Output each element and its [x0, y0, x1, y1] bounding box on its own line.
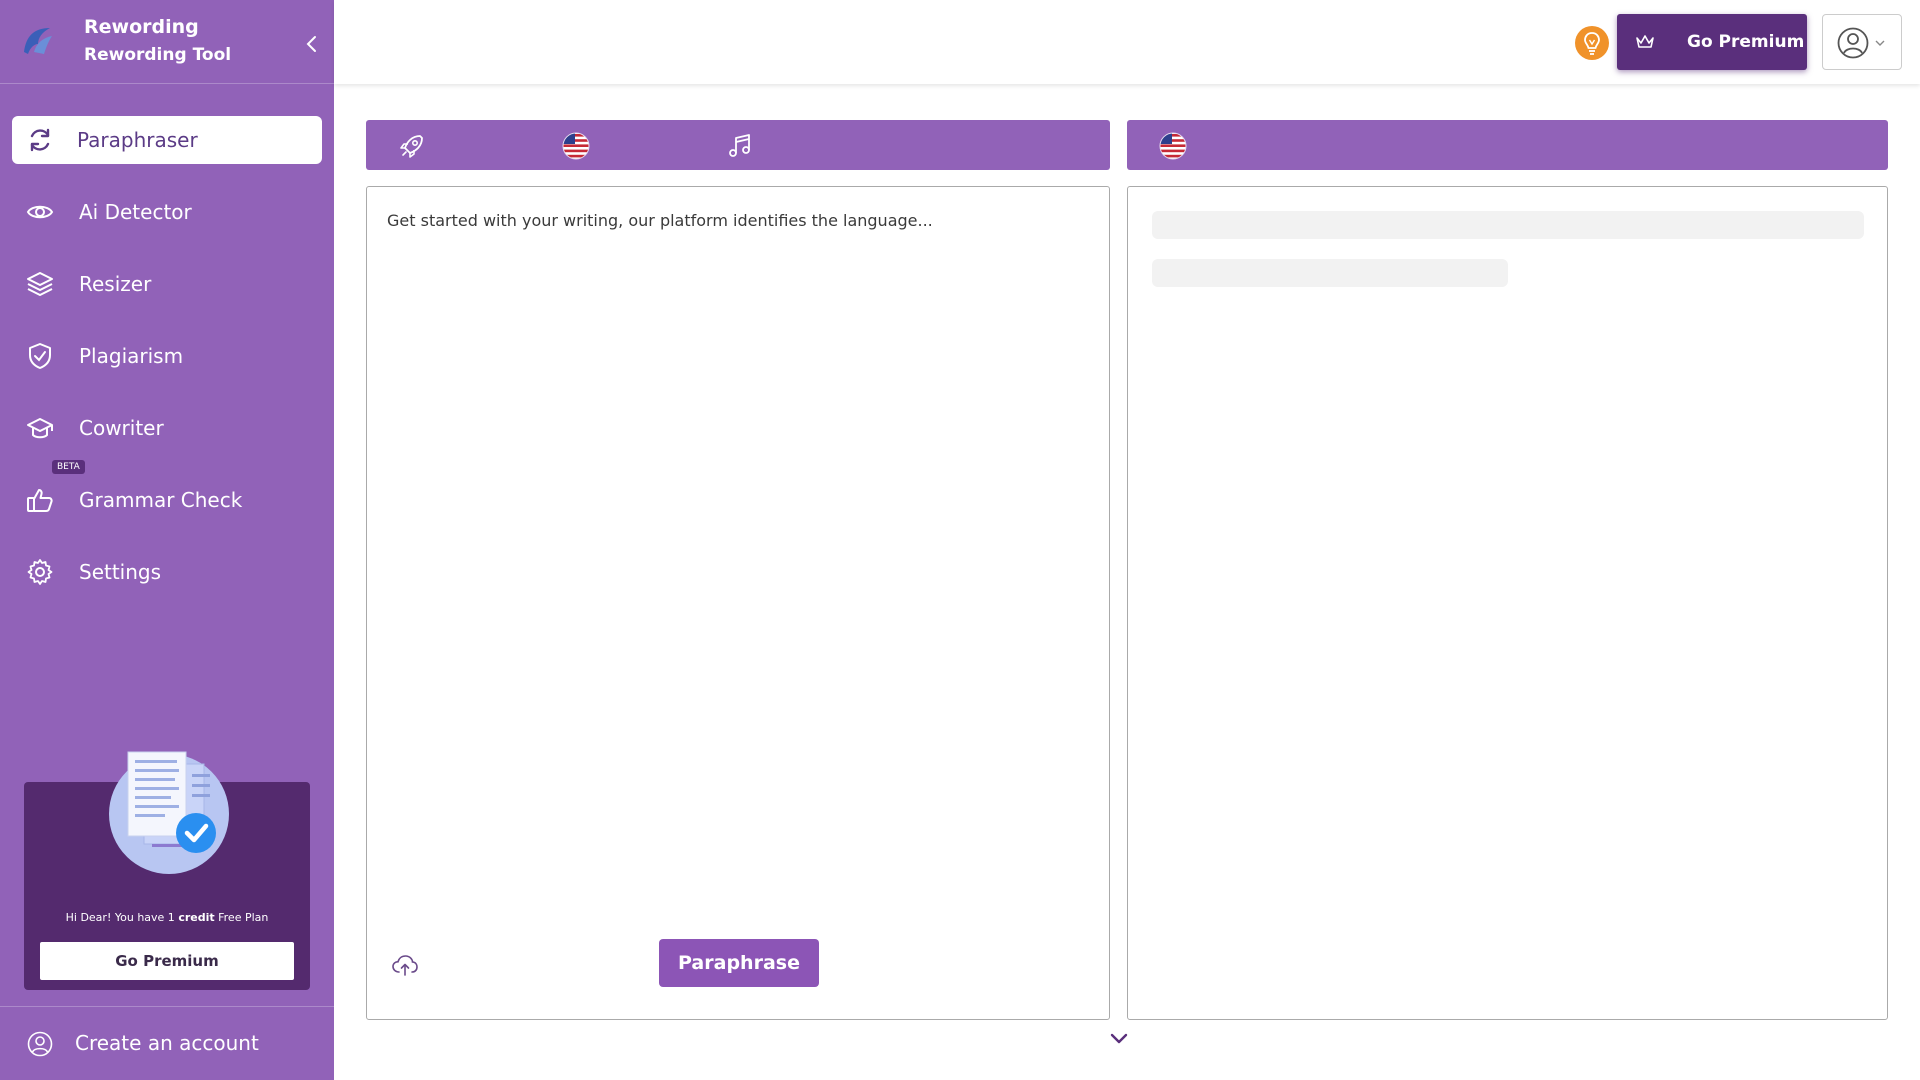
- brand-subtitle: Rewording Tool: [84, 45, 232, 65]
- output-toolbar: [1127, 120, 1888, 170]
- sidebar-item-label: Ai Detector: [79, 200, 192, 224]
- beta-badge: BETA: [52, 460, 85, 474]
- music-note-icon[interactable]: [726, 132, 754, 160]
- us-flag-icon[interactable]: [1159, 132, 1187, 160]
- chevron-down-icon[interactable]: [1109, 1032, 1129, 1046]
- chevron-left-icon[interactable]: [300, 32, 324, 56]
- input-toolbar: [366, 120, 1110, 170]
- loading-skeleton-line: [1152, 259, 1508, 287]
- header-go-premium-button[interactable]: Go Premium: [1617, 14, 1807, 70]
- loading-skeleton-line: [1152, 211, 1864, 239]
- chevron-down-icon: [1875, 40, 1885, 46]
- sidebar-nav: Paraphraser Ai Detector Resizer Plagiari…: [12, 116, 322, 620]
- us-flag-icon[interactable]: [562, 132, 590, 160]
- sidebar-item-label: Cowriter: [79, 416, 164, 440]
- promo-text-suffix: Free Plan: [218, 911, 269, 924]
- sidebar-item-cowriter[interactable]: Cowriter: [12, 404, 322, 452]
- user-avatar-icon: [1837, 27, 1869, 59]
- output-panel: [1127, 186, 1888, 1020]
- go-premium-button[interactable]: Go Premium: [40, 942, 294, 980]
- graduation-cap-icon: [27, 418, 53, 439]
- brand-header: Rewording Rewording Tool: [0, 0, 334, 84]
- brand-logo-icon: [24, 28, 52, 54]
- shield-check-icon: [29, 343, 51, 369]
- lightbulb-icon: [1584, 32, 1600, 55]
- promo-message: Hi Dear! You have 1 credit Free Plan: [24, 911, 310, 924]
- input-panel: Paraphrase: [366, 186, 1110, 1020]
- sidebar: Rewording Rewording Tool Paraphraser Ai …: [0, 0, 334, 1080]
- user-circle-icon: [27, 1031, 53, 1057]
- rocket-icon[interactable]: [398, 132, 426, 160]
- document-check-illustration: [109, 751, 229, 874]
- layers-icon: [27, 272, 53, 296]
- sidebar-item-label: Paraphraser: [77, 128, 198, 152]
- brand-name: Rewording: [84, 16, 199, 38]
- cloud-upload-icon[interactable]: [391, 951, 419, 979]
- sidebar-item-ai-detector[interactable]: Ai Detector: [12, 188, 322, 236]
- eye-icon: [26, 205, 54, 219]
- sidebar-item-label: Grammar Check: [79, 488, 243, 512]
- text-input[interactable]: [387, 211, 1087, 891]
- sidebar-item-label: Plagiarism: [79, 344, 184, 368]
- top-header: Go Premium: [334, 0, 1920, 84]
- gear-icon: [27, 559, 53, 585]
- refresh-icon: [30, 128, 50, 152]
- promo-text-credit: credit: [178, 911, 215, 924]
- premium-promo-card: Hi Dear! You have 1 credit Free Plan Go …: [24, 751, 310, 990]
- paraphrase-button[interactable]: Paraphrase: [659, 939, 819, 987]
- sidebar-item-grammar-check[interactable]: BETA Grammar Check: [12, 460, 322, 524]
- crown-icon: [1636, 35, 1654, 48]
- user-menu-button[interactable]: [1822, 14, 1902, 70]
- sidebar-item-resizer[interactable]: Resizer: [12, 260, 322, 308]
- promo-text-prefix: Hi Dear! You have 1: [65, 911, 175, 924]
- sidebar-item-paraphraser[interactable]: Paraphraser: [12, 116, 322, 164]
- sidebar-item-label: Resizer: [79, 272, 152, 296]
- lightbulb-button[interactable]: [1575, 26, 1609, 60]
- sidebar-item-label: Settings: [79, 560, 162, 584]
- thumbs-up-icon: [27, 489, 53, 512]
- sidebar-item-plagiarism[interactable]: Plagiarism: [12, 332, 322, 380]
- header-go-premium-label: Go Premium: [1687, 32, 1805, 52]
- sidebar-item-settings[interactable]: Settings: [12, 548, 322, 596]
- create-account-link[interactable]: Create an account: [0, 1006, 334, 1080]
- create-account-label: Create an account: [75, 1031, 259, 1055]
